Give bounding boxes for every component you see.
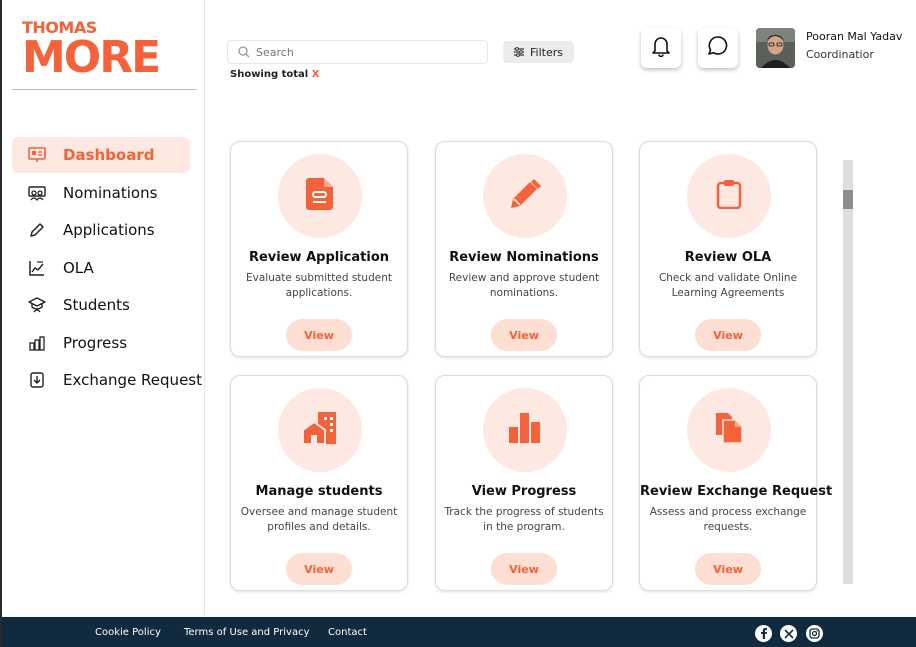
- card-description: Track the progress of students in the pr…: [444, 506, 604, 533]
- presentation-icon: [26, 144, 48, 166]
- download-doc-icon: [26, 369, 48, 391]
- card-icon-circle: [687, 154, 771, 238]
- card-manage-students: Manage students Oversee and manage stude…: [230, 375, 408, 591]
- pencil-icon: [509, 178, 541, 214]
- sidebar-item-label: Progress: [63, 333, 128, 352]
- footer-link-contact[interactable]: Contact: [328, 627, 367, 638]
- sidebar-item-nominations[interactable]: Nominations: [12, 175, 202, 211]
- footer-link-terms[interactable]: Terms of Use and Privacy: [184, 627, 310, 638]
- sidebar-item-label: Nominations: [63, 183, 158, 202]
- card-title: View Progress: [471, 484, 577, 499]
- card-icon-circle: [687, 388, 771, 472]
- avatar[interactable]: [756, 28, 795, 68]
- scrollbar-track[interactable]: [843, 160, 853, 584]
- card-description: Oversee and manage student profiles and …: [240, 506, 398, 533]
- showing-total: Showing total X: [230, 69, 319, 80]
- footer-link-cookie-policy[interactable]: Cookie Policy: [95, 627, 161, 638]
- facebook-icon[interactable]: [755, 625, 772, 642]
- search-input[interactable]: [256, 45, 476, 59]
- card-icon-circle: [483, 388, 567, 472]
- card-title: Manage students: [255, 484, 383, 499]
- notifications-button[interactable]: [641, 28, 681, 68]
- sidebar-item-dashboard[interactable]: Dashboard: [12, 137, 190, 173]
- card-title: Review Exchange Request: [640, 484, 833, 499]
- filters-label: Filters: [530, 45, 563, 59]
- search-box: [227, 40, 488, 64]
- messages-button[interactable]: [698, 28, 738, 68]
- card-title: Review OLA: [684, 250, 772, 265]
- clipboard-icon: [716, 179, 742, 213]
- bell-icon: [651, 35, 671, 61]
- search-icon: [238, 43, 250, 62]
- sidebar-item-label: Applications: [63, 221, 155, 239]
- copy-document-icon: [715, 413, 743, 447]
- document-icon: [306, 178, 334, 214]
- user-role: Coordinatior: [806, 48, 874, 61]
- sidebar-item-label: Students: [63, 296, 130, 314]
- card-review-exchange-request: Review Exchange Request Assess and proce…: [639, 375, 833, 591]
- bar-chart-icon: [509, 413, 541, 447]
- showing-label: Showing total: [230, 69, 309, 80]
- user-name: Pooran Mal Yadav: [806, 30, 903, 43]
- graduation-cap-icon: [26, 294, 48, 316]
- building-icon: [302, 412, 337, 448]
- sidebar-item-students[interactable]: Students: [12, 287, 202, 323]
- logo-line2: MORE: [22, 32, 161, 83]
- card-review-nominations: Review Nominations Review and approve st…: [435, 141, 613, 357]
- sidebar-item-label: OLA: [63, 258, 94, 277]
- card-icon-circle: [278, 154, 362, 238]
- filters-button[interactable]: Filters: [503, 41, 574, 63]
- sidebar-nav: Dashboard Nominations Applications OLA S…: [12, 137, 202, 400]
- sidebar-item-label: Exchange Request: [63, 371, 202, 389]
- view-button[interactable]: View: [695, 319, 761, 351]
- footer: Cookie Policy Terms of Use and Privacy C…: [2, 617, 916, 647]
- showing-value: X: [311, 69, 320, 80]
- card-title: Review Nominations: [449, 250, 599, 265]
- view-button[interactable]: View: [491, 553, 557, 585]
- card-review-ola: Review OLA Check and validate Online Lea…: [639, 141, 817, 357]
- line-chart-icon: [26, 257, 48, 279]
- sidebar-item-ola[interactable]: OLA: [12, 250, 202, 286]
- sidebar-item-applications[interactable]: Applications: [12, 212, 202, 248]
- view-button[interactable]: View: [695, 553, 761, 585]
- card-review-application: Review Application Evaluate submitted st…: [230, 141, 408, 357]
- card-description: Review and approve student nominations.: [448, 272, 600, 299]
- sidebar-item-label: Dashboard: [63, 146, 155, 164]
- sidebar: THOMAS MORE Dashboard Nominations Applic…: [2, 0, 205, 617]
- view-button[interactable]: View: [286, 319, 352, 351]
- sidebar-item-progress[interactable]: Progress: [12, 325, 202, 361]
- sidebar-item-exchange-request[interactable]: Exchange Request: [12, 362, 202, 398]
- logo[interactable]: THOMAS MORE: [22, 20, 161, 83]
- sliders-icon: [514, 47, 524, 57]
- instagram-icon[interactable]: [806, 625, 823, 642]
- card-description: Check and validate Online Learning Agree…: [658, 272, 798, 299]
- users-group-icon: [26, 182, 48, 204]
- chat-bubble-icon: [707, 35, 729, 61]
- pencil-icon: [26, 219, 48, 241]
- x-icon[interactable]: [780, 625, 797, 642]
- divider: [12, 89, 197, 90]
- card-description: Assess and process exchange requests.: [649, 506, 807, 533]
- view-button[interactable]: View: [286, 553, 352, 585]
- view-button[interactable]: View: [491, 319, 557, 351]
- card-description: Evaluate submitted student applications.: [246, 272, 392, 299]
- scrollbar-thumb[interactable]: [843, 190, 853, 209]
- card-icon-circle: [483, 154, 567, 238]
- card-title: Review Application: [248, 250, 390, 265]
- card-view-progress: View Progress Track the progress of stud…: [435, 375, 613, 591]
- bar-chart-icon: [26, 332, 48, 354]
- card-icon-circle: [278, 388, 362, 472]
